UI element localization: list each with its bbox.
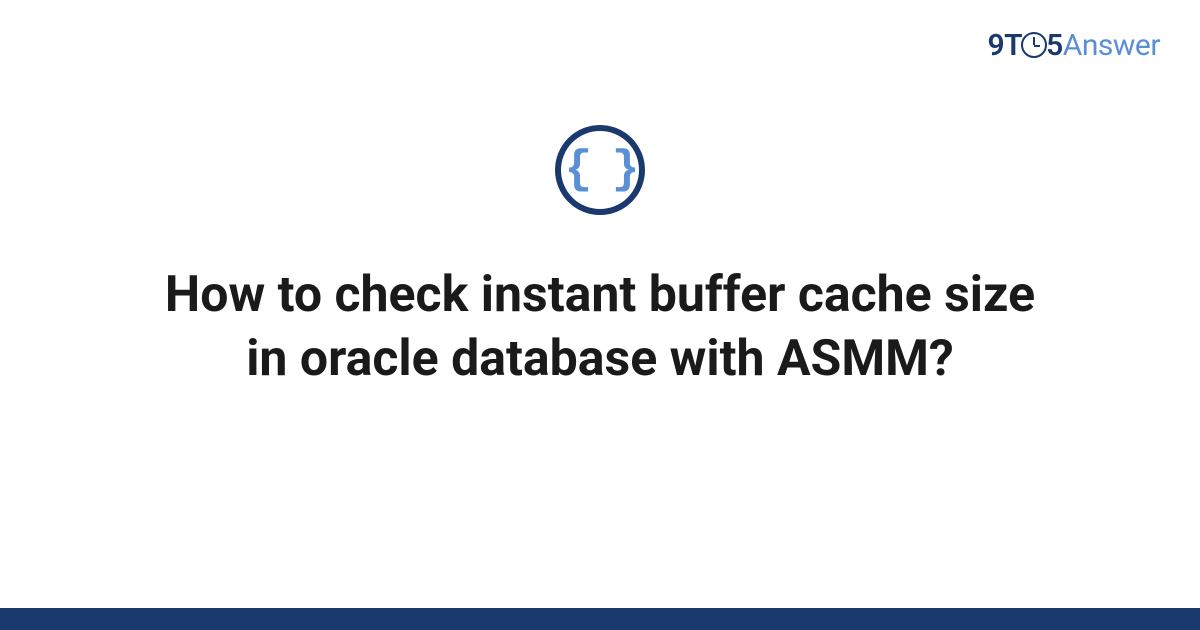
logo-part-t: T	[1004, 28, 1022, 63]
main-content: { } How to check instant buffer cache si…	[0, 125, 1200, 391]
clock-icon	[1021, 32, 1047, 58]
logo-part-answer: Answer	[1063, 28, 1160, 63]
bottom-accent-bar	[0, 608, 1200, 630]
category-icon-circle: { }	[555, 125, 645, 215]
logo-part-five: 5	[1046, 28, 1063, 63]
logo-part-nine: 9	[988, 28, 1005, 63]
site-logo: 9T5Answer	[988, 28, 1160, 63]
question-title: How to check instant buffer cache size i…	[100, 263, 1100, 391]
code-braces-icon: { }	[565, 147, 636, 193]
